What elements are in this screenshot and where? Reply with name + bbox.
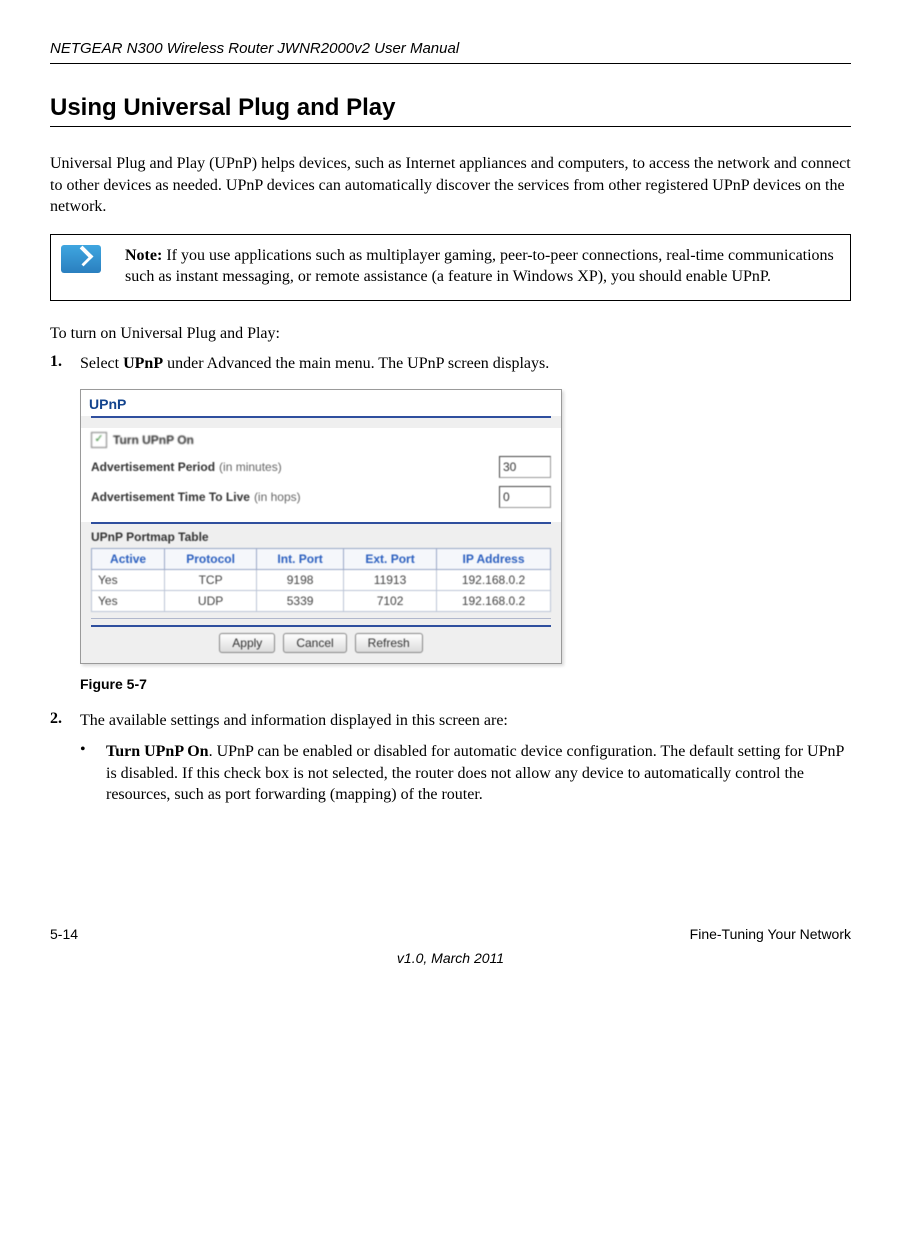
step-1: 1. Select UPnP under Advanced the main m… — [50, 353, 851, 375]
panel-separator — [91, 416, 551, 418]
steps-lead-in: To turn on Universal Plug and Play: — [50, 325, 851, 343]
footer-version: v1.0, March 2011 — [50, 950, 851, 966]
step-2-body: The available settings and information d… — [80, 710, 851, 732]
bullet-marker: • — [80, 741, 106, 806]
note-box: Note: If you use applications such as mu… — [50, 234, 851, 301]
cell-int-port: 5339 — [257, 590, 344, 611]
adv-period-input[interactable] — [499, 456, 551, 478]
col-active: Active — [92, 548, 165, 569]
page-number: 5-14 — [50, 926, 78, 942]
cell-ext-port: 11913 — [344, 569, 437, 590]
cell-ext-port: 7102 — [344, 590, 437, 611]
turn-upnp-on-checkbox[interactable]: ✓ — [91, 432, 107, 448]
cell-active: Yes — [92, 569, 165, 590]
adv-ttl-input[interactable] — [499, 486, 551, 508]
adv-ttl-hint: (in hops) — [254, 490, 301, 504]
note-body-text: If you use applications such as multipla… — [125, 247, 834, 286]
cell-protocol: UDP — [165, 590, 257, 611]
cancel-button[interactable]: Cancel — [283, 633, 346, 653]
adv-ttl-label: Advertisement Time To Live — [91, 490, 250, 504]
table-row: Yes TCP 9198 11913 192.168.0.2 — [92, 569, 551, 590]
step-number: 1. — [50, 353, 80, 375]
cell-int-port: 9198 — [257, 569, 344, 590]
upnp-screenshot: UPnP ✓ Turn UPnP On Advertisement Period… — [80, 389, 562, 664]
col-ext-port: Ext. Port — [344, 548, 437, 569]
portmap-heading: UPnP Portmap Table — [81, 524, 561, 546]
page-footer: 5-14 Fine-Tuning Your Network v1.0, Marc… — [50, 926, 851, 966]
figure-caption: Figure 5-7 — [80, 676, 851, 692]
apply-button[interactable]: Apply — [219, 633, 275, 653]
step1-part-c: under Advanced the main menu. The UPnP s… — [163, 355, 549, 372]
bullet-turn-upnp-on: • Turn UPnP On. UPnP can be enabled or d… — [80, 741, 851, 806]
step1-part-a: Select — [80, 355, 123, 372]
cell-ip: 192.168.0.2 — [437, 569, 551, 590]
doc-header: NETGEAR N300 Wireless Router JWNR2000v2 … — [50, 40, 851, 64]
bullet-rest: . UPnP can be enabled or disabled for au… — [106, 743, 844, 803]
intro-paragraph: Universal Plug and Play (UPnP) helps dev… — [50, 153, 851, 218]
step-2: 2. The available settings and informatio… — [50, 710, 851, 732]
col-int-port: Int. Port — [257, 548, 344, 569]
cell-protocol: TCP — [165, 569, 257, 590]
turn-upnp-on-label: Turn UPnP On — [113, 433, 194, 447]
bullet-text: Turn UPnP On. UPnP can be enabled or dis… — [106, 741, 851, 806]
footer-section-name: Fine-Tuning Your Network — [690, 926, 851, 942]
note-arrow-icon — [61, 245, 101, 273]
refresh-button[interactable]: Refresh — [355, 633, 423, 653]
cell-active: Yes — [92, 590, 165, 611]
adv-period-label: Advertisement Period — [91, 460, 215, 474]
cell-ip: 192.168.0.2 — [437, 590, 551, 611]
note-text: Note: If you use applications such as mu… — [115, 234, 851, 300]
panel-separator — [91, 618, 551, 619]
col-protocol: Protocol — [165, 548, 257, 569]
step1-keyword: UPnP — [123, 355, 163, 372]
step-number: 2. — [50, 710, 80, 732]
section-heading: Using Universal Plug and Play — [50, 94, 851, 127]
table-header-row: Active Protocol Int. Port Ext. Port IP A… — [92, 548, 551, 569]
portmap-table: Active Protocol Int. Port Ext. Port IP A… — [91, 548, 551, 612]
step-1-body: Select UPnP under Advanced the main menu… — [80, 353, 851, 375]
col-ip: IP Address — [437, 548, 551, 569]
bullet-title: Turn UPnP On — [106, 743, 209, 760]
table-row: Yes UDP 5339 7102 192.168.0.2 — [92, 590, 551, 611]
note-label: Note: — [125, 247, 162, 264]
adv-period-hint: (in minutes) — [219, 460, 282, 474]
panel-title: UPnP — [81, 390, 561, 416]
